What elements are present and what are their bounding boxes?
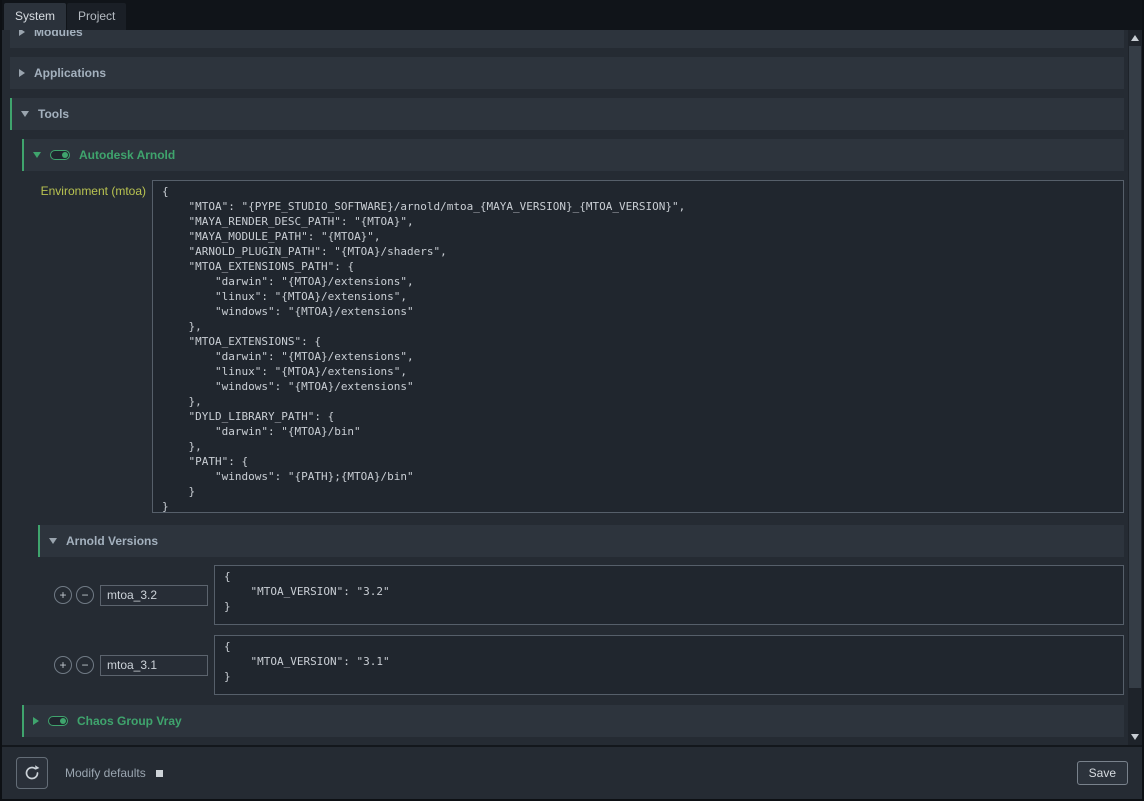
section-label: Tools	[38, 107, 69, 121]
add-version-button[interactable]: +	[54, 656, 72, 674]
settings-scroll-area: Modules Applications Tools Autodesk Arno…	[2, 30, 1128, 745]
environment-json-textarea[interactable]: { "MTOA": "{PYPE_STUDIO_SOFTWARE}/arnold…	[152, 180, 1124, 513]
section-header-chaos-group-vray[interactable]: Chaos Group Vray	[22, 705, 1124, 737]
settings-window: System Project Modules Applications Tool…	[0, 0, 1144, 801]
scroll-down-button[interactable]	[1128, 730, 1142, 744]
scrollbar-thumb[interactable]	[1129, 46, 1141, 688]
version-row: + − { "MTOA_VERSION": "3.1" }	[54, 635, 1124, 695]
footer-bar: Modify defaults Save	[2, 745, 1142, 799]
modify-defaults-checkbox[interactable]	[156, 770, 163, 777]
version-row: + − { "MTOA_VERSION": "3.2" }	[54, 565, 1124, 625]
chevron-down-icon	[49, 538, 57, 544]
settings-main: Modules Applications Tools Autodesk Arno…	[2, 30, 1142, 745]
section-header-autodesk-arnold[interactable]: Autodesk Arnold	[22, 139, 1124, 171]
chevron-down-icon	[21, 111, 29, 117]
version-json-textarea[interactable]: { "MTOA_VERSION": "3.2" }	[214, 565, 1124, 625]
section-header-tools[interactable]: Tools	[10, 98, 1124, 130]
vray-enabled-toggle[interactable]	[48, 716, 68, 726]
section-label: Modules	[34, 30, 83, 39]
refresh-button[interactable]	[16, 757, 48, 789]
section-header-modules[interactable]: Modules	[10, 30, 1124, 48]
chevron-right-icon	[19, 69, 25, 77]
arnold-enabled-toggle[interactable]	[50, 150, 70, 160]
environment-label: Environment (mtoa)	[10, 180, 146, 513]
save-button[interactable]: Save	[1077, 761, 1128, 785]
plugin-label: Chaos Group Vray	[77, 714, 182, 728]
arrow-down-icon	[1131, 734, 1139, 740]
section-label: Arnold Versions	[66, 534, 158, 548]
scroll-up-button[interactable]	[1128, 31, 1142, 45]
section-header-arnold-versions[interactable]: Arnold Versions	[38, 525, 1124, 557]
chevron-right-icon	[19, 30, 25, 36]
vertical-scrollbar[interactable]	[1128, 30, 1142, 745]
plugin-label: Autodesk Arnold	[79, 148, 175, 162]
section-label: Applications	[34, 66, 106, 80]
tab-system[interactable]: System	[4, 3, 66, 30]
refresh-icon	[23, 764, 41, 782]
arrow-up-icon	[1131, 35, 1139, 41]
remove-version-button[interactable]: −	[76, 586, 94, 604]
environment-row: Environment (mtoa) { "MTOA": "{PYPE_STUD…	[10, 180, 1124, 513]
remove-version-button[interactable]: −	[76, 656, 94, 674]
version-name-input[interactable]	[100, 585, 208, 606]
tab-bar: System Project	[2, 0, 1142, 30]
version-name-input[interactable]	[100, 655, 208, 676]
tab-project[interactable]: Project	[67, 3, 126, 30]
chevron-right-icon	[33, 717, 39, 725]
add-version-button[interactable]: +	[54, 586, 72, 604]
modify-defaults-label: Modify defaults	[65, 766, 146, 780]
section-header-applications[interactable]: Applications	[10, 57, 1124, 89]
chevron-down-icon	[33, 152, 41, 158]
version-json-textarea[interactable]: { "MTOA_VERSION": "3.1" }	[214, 635, 1124, 695]
